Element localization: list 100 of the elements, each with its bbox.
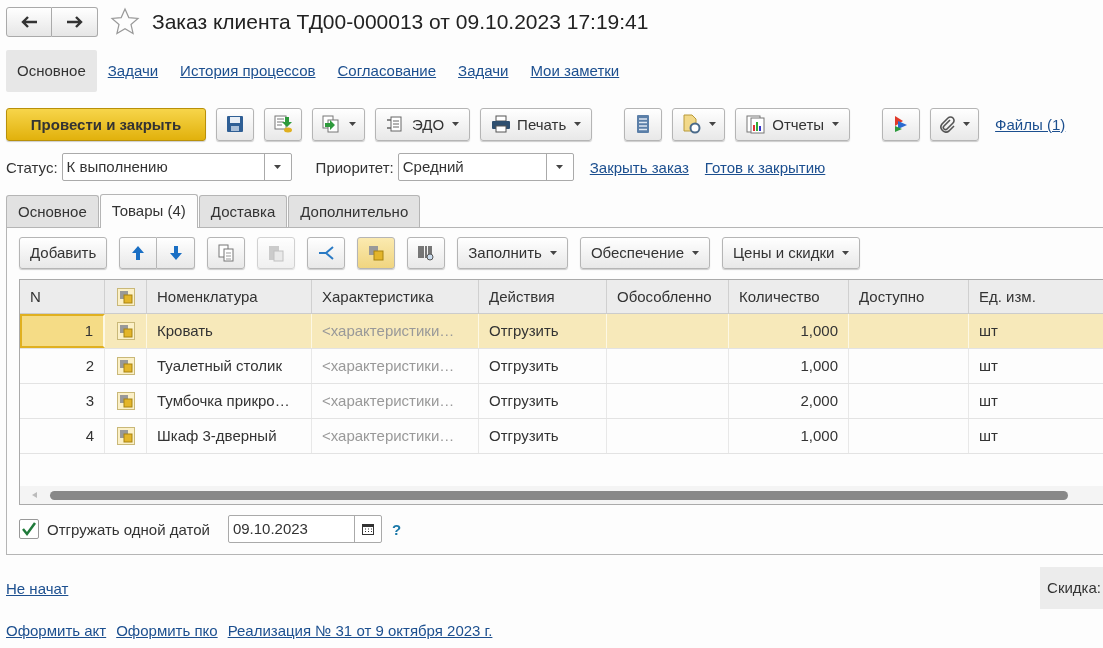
caret-icon — [452, 122, 460, 126]
column-header[interactable]: Номенклатура — [147, 280, 312, 313]
help-link[interactable]: ? — [391, 520, 402, 538]
table-cell: шт — [969, 349, 1103, 383]
nav-tab[interactable]: Задачи — [96, 50, 170, 92]
column-header[interactable]: Обособленно — [607, 280, 729, 313]
table-cell: Отгрузить — [479, 419, 607, 453]
print-button[interactable]: Печать — [480, 107, 593, 141]
reports-button[interactable]: Отчеты — [735, 107, 851, 141]
caret-icon — [274, 165, 282, 169]
play-button[interactable] — [882, 107, 921, 141]
table-row[interactable]: 3 Тумбочка прикро… <характеристики… Отгрузить 2,000 шт — [20, 384, 1103, 419]
column-header[interactable]: Количество — [729, 280, 849, 313]
column-header[interactable]: Действия — [479, 280, 607, 313]
edo-button[interactable]: ЭДО — [375, 107, 471, 141]
star-icon[interactable] — [110, 7, 140, 37]
column-header[interactable]: Ед. изм. — [969, 280, 1103, 313]
down-arrow-icon — [168, 244, 183, 261]
table-cell: Отгрузить — [479, 314, 607, 348]
checkmark-icon — [21, 521, 37, 537]
move-down-button[interactable] — [157, 236, 196, 269]
status-dropdown[interactable]: К выполнению — [61, 153, 292, 181]
back-arrow-icon — [20, 15, 38, 29]
back-button[interactable] — [6, 7, 52, 37]
footer-link[interactable]: Оформить пко — [116, 622, 218, 639]
table-cell: 3 — [20, 384, 105, 418]
split-button[interactable] — [307, 236, 346, 269]
discount-label: Скидка: — [1040, 567, 1103, 609]
save-button[interactable] — [216, 107, 254, 141]
table-cell: шт — [969, 419, 1103, 453]
post-button[interactable] — [264, 107, 302, 141]
up-arrow-icon — [131, 244, 146, 261]
files-link[interactable]: Файлы (1) — [995, 115, 1066, 133]
table-cell: Отгрузить — [479, 384, 607, 418]
state-link[interactable]: Не начат — [6, 579, 69, 597]
priority-dropdown[interactable]: Средний — [397, 153, 574, 181]
footer-link[interactable]: Реализация № 31 от 9 октября 2023 г. — [227, 622, 493, 639]
table-cell: 2,000 — [729, 384, 849, 418]
table-row[interactable]: 2 Туалетный столик <характеристики… Отгрузить 1,000 шт — [20, 349, 1103, 384]
nav-tab[interactable]: Мои заметки — [519, 50, 631, 92]
column-header[interactable]: N — [20, 280, 105, 313]
printer-icon — [491, 115, 512, 133]
nav-tab[interactable]: Согласование — [326, 50, 448, 92]
prices-button[interactable]: Цены и скидки — [722, 236, 861, 269]
column-header[interactable]: Характеристика — [312, 280, 479, 313]
documents-arrow-icon — [321, 114, 341, 134]
form-tab[interactable]: Дополнительно — [288, 195, 421, 227]
action-link[interactable]: Закрыть заказ — [589, 158, 689, 176]
nav-tab[interactable]: История процессов — [169, 50, 327, 92]
form-tab[interactable]: Товары (4) — [99, 194, 198, 228]
overlapping-squares-icon — [116, 357, 135, 375]
table-cell: <характеристики… — [312, 384, 479, 418]
forward-arrow-icon — [65, 15, 84, 29]
forward-button[interactable] — [52, 7, 98, 37]
table-cell: 1,000 — [729, 349, 849, 383]
post-and-close-button[interactable]: Провести и закрыть — [6, 107, 206, 141]
checkbox-label: Отгружать одной датой — [47, 520, 210, 538]
caret-icon — [574, 122, 582, 126]
table-cell: <характеристики… — [312, 419, 479, 453]
overlapping-squares-icon — [116, 427, 135, 445]
paperclip-icon — [939, 115, 956, 133]
split-arrows-icon — [317, 243, 336, 262]
document-settings-button[interactable] — [672, 107, 726, 141]
priority-label: Приоритет: — [315, 158, 394, 176]
date-field[interactable]: 09.10.2023 — [227, 515, 382, 543]
table-cell: 1,000 — [729, 419, 849, 453]
copy-icon — [218, 243, 235, 262]
window-title: Заказ клиента ТД00-000013 от 09.10.2023 17:19:41 — [152, 10, 649, 34]
form-tab[interactable]: Основное — [6, 195, 99, 227]
table-cell: <характеристики… — [312, 314, 479, 348]
supply-button[interactable]: Обеспечение — [579, 236, 710, 269]
document-arrow-icon — [273, 114, 293, 134]
fill-button[interactable]: Заполнить — [457, 236, 568, 269]
table-cell: 1,000 — [729, 314, 849, 348]
action-link[interactable]: Готов к закрытию — [704, 158, 826, 176]
table-cell: Шкаф 3-дверный — [147, 419, 312, 453]
caret-icon — [692, 250, 699, 255]
form-tab[interactable]: Доставка — [198, 195, 288, 227]
nav-tab[interactable]: Задачи — [447, 50, 520, 92]
nav-tab[interactable]: Основное — [6, 50, 97, 92]
columns-button[interactable] — [357, 236, 396, 269]
table-row[interactable]: 4 Шкаф 3-дверный <характеристики… Отгрузить 1,000 шт — [20, 419, 1103, 454]
caret-icon — [963, 122, 971, 126]
footer-link[interactable]: Оформить акт — [6, 622, 107, 639]
clipboard-icon — [268, 243, 285, 262]
column-header[interactable]: Доступно — [849, 280, 969, 313]
caret-icon — [556, 165, 564, 169]
checkbox[interactable] — [19, 519, 39, 539]
move-up-button[interactable] — [119, 236, 158, 269]
barcode-search-button[interactable] — [407, 236, 446, 269]
table-row[interactable]: 1 Кровать <характеристики… Отгрузить 1,000 шт — [20, 314, 1103, 349]
add-button[interactable]: Добавить — [19, 236, 108, 269]
table-cell: Отгрузить — [479, 349, 607, 383]
scrollbar-thumb[interactable] — [50, 490, 1068, 500]
create-based-on-button[interactable] — [312, 107, 365, 141]
table-cell: 4 — [20, 419, 105, 453]
table-cell: шт — [969, 384, 1103, 418]
list-button[interactable] — [624, 107, 663, 141]
bar-chart-document-icon — [746, 114, 767, 134]
attach-button[interactable] — [930, 107, 980, 141]
